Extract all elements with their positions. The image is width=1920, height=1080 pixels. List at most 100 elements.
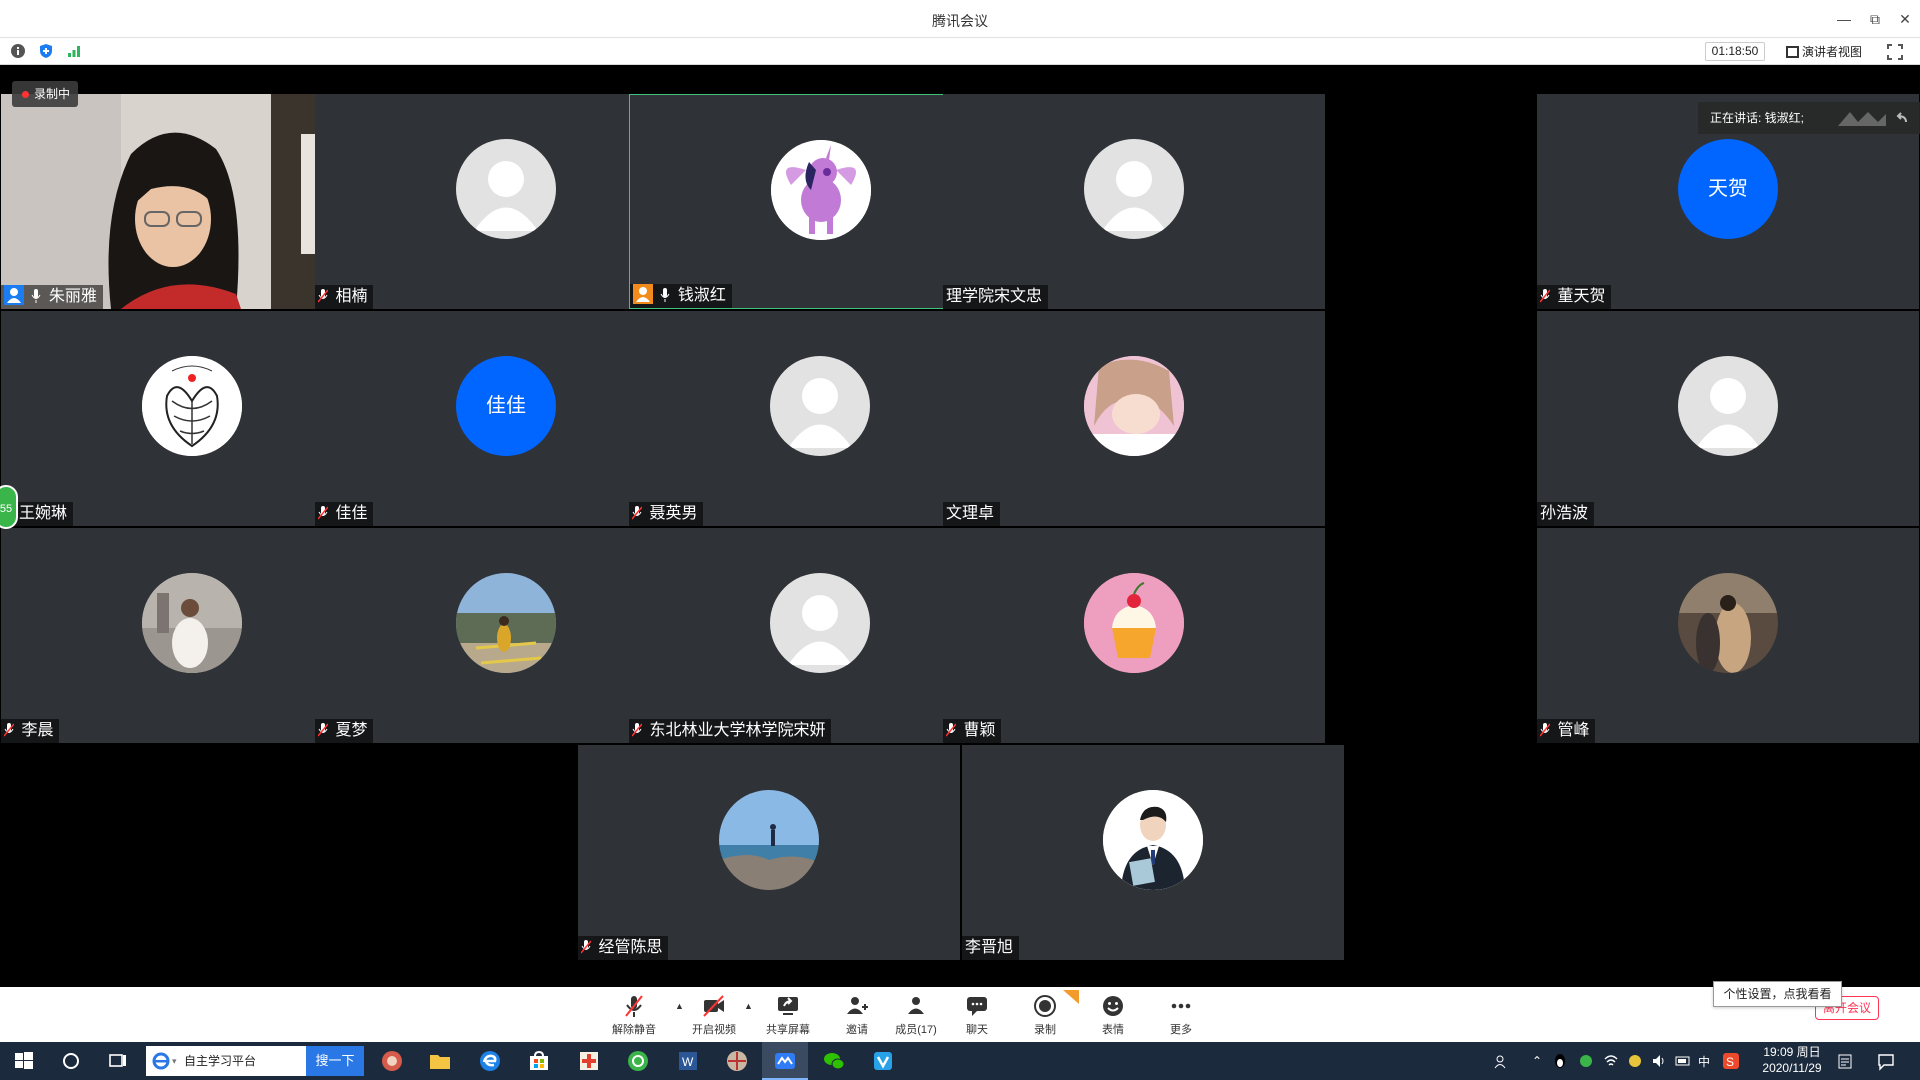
tray-caret-icon[interactable]: ⌃: [1532, 1054, 1542, 1068]
video-options-caret[interactable]: ▲: [744, 1001, 753, 1011]
ie-icon: [152, 1052, 170, 1070]
text-avatar: 佳佳: [456, 356, 556, 456]
edge-icon[interactable]: [478, 1049, 502, 1073]
windows-start-icon[interactable]: [12, 1049, 36, 1073]
default-avatar: [770, 356, 870, 456]
title-bar: 腾讯会议 — ⧉ ✕: [0, 0, 1920, 38]
browser-search-box[interactable]: ▾ 自主学习平台: [146, 1046, 306, 1076]
more-button[interactable]: 更多: [1149, 993, 1213, 1037]
volume-icon[interactable]: [1651, 1049, 1667, 1073]
more-icon: [1171, 1003, 1191, 1009]
qq-icon[interactable]: [1552, 1049, 1568, 1073]
participant-name: 佳佳: [315, 502, 374, 526]
system-clock[interactable]: 19:09 周日 2020/11/29: [1752, 1044, 1832, 1076]
minimize-button[interactable]: —: [1833, 8, 1855, 30]
cortana-icon[interactable]: [59, 1049, 83, 1073]
svg-text:S: S: [1726, 1055, 1734, 1069]
mic-muted-icon: [581, 940, 591, 954]
people-icon[interactable]: [1493, 1049, 1511, 1073]
signal-icon[interactable]: [66, 43, 82, 59]
default-avatar: [1084, 139, 1184, 239]
close-button[interactable]: ✕: [1894, 8, 1916, 30]
participant-tile[interactable]: 经管陈思: [578, 745, 960, 960]
participant-name: 孙浩波: [1537, 502, 1595, 526]
browser-360-icon[interactable]: [626, 1049, 650, 1073]
participant-tile[interactable]: 文理卓: [943, 311, 1325, 526]
participant-tile[interactable]: 李晋旭: [962, 745, 1344, 960]
mic-muted-icon: [4, 723, 14, 737]
chat-button[interactable]: 聊天: [945, 993, 1009, 1037]
wechat-icon[interactable]: [822, 1049, 846, 1073]
participant-tile[interactable]: 管峰: [1537, 528, 1919, 743]
unmute-button[interactable]: 解除静音: [602, 993, 666, 1037]
share-screen-button[interactable]: 共享屏幕: [756, 993, 820, 1037]
participant-tile[interactable]: 曹颖: [943, 528, 1325, 743]
participant-name: 相楠: [315, 285, 374, 309]
shield-icon[interactable]: [38, 43, 54, 59]
start-video-button[interactable]: 开启视频: [682, 993, 746, 1037]
members-icon: [908, 997, 924, 1014]
default-avatar: [456, 139, 556, 239]
fullscreen-icon[interactable]: [1887, 44, 1903, 60]
mic-muted-icon: [318, 506, 328, 520]
suit-avatar: [1103, 790, 1203, 890]
restore-button[interactable]: ⧉: [1864, 8, 1886, 30]
mic-muted-icon: [318, 723, 328, 737]
info-icon[interactable]: [10, 43, 26, 59]
new-badge-icon: [1063, 990, 1079, 1004]
photo-avatar: [456, 573, 556, 673]
mic-icon: [32, 289, 41, 303]
svg-text:W: W: [682, 1055, 694, 1069]
tray-app-icon[interactable]: [1578, 1049, 1594, 1073]
participant-name: 文理卓: [943, 502, 1001, 526]
participant-name: 李晨: [1, 719, 60, 743]
tray-app-icon[interactable]: [1627, 1049, 1643, 1073]
store-icon[interactable]: [527, 1049, 551, 1073]
notes-icon[interactable]: [1836, 1049, 1854, 1073]
sogou-icon[interactable]: S: [1722, 1049, 1740, 1073]
cupcake-avatar: [1084, 573, 1184, 673]
tencent-meeting-taskbar-button[interactable]: [762, 1042, 808, 1080]
dropdown-caret-icon[interactable]: ▾: [172, 1046, 177, 1076]
wifi-icon[interactable]: [1603, 1049, 1619, 1073]
action-center-icon[interactable]: [1876, 1049, 1896, 1073]
speaker-view-label: 演讲者视图: [1802, 45, 1863, 59]
participant-name: 管峰: [1537, 719, 1596, 743]
layout-icon: [1786, 46, 1799, 58]
clock-time: 19:09 周日: [1763, 1045, 1821, 1059]
app-icon[interactable]: [380, 1049, 404, 1073]
speaker-view-button[interactable]: 演讲者视图: [1786, 43, 1862, 60]
sea-avatar: [719, 790, 819, 890]
participant-tile[interactable]: 理学院宋文忠: [943, 94, 1325, 309]
collapse-icon[interactable]: [1894, 110, 1910, 126]
participant-name: 曹颖: [943, 719, 1002, 743]
cohost-badge-icon: [633, 284, 653, 304]
floating-badge[interactable]: 55: [0, 485, 18, 529]
battery-icon[interactable]: [1675, 1049, 1691, 1073]
ime-indicator[interactable]: 中: [1698, 1053, 1710, 1070]
mic-muted-icon: [318, 289, 328, 303]
invite-button[interactable]: 邀请: [825, 993, 889, 1037]
tencent-meeting-icon: [775, 1053, 795, 1069]
participant-name: 夏梦: [315, 719, 374, 743]
chat-icon: [967, 997, 987, 1016]
app-icon[interactable]: [577, 1049, 601, 1073]
word-icon[interactable]: W: [676, 1049, 700, 1073]
participant-name: 朱丽雅: [1, 285, 103, 309]
task-view-icon[interactable]: [106, 1049, 130, 1073]
participant-name: 聂英男: [629, 502, 704, 526]
now-speaking-banner: 正在讲话: 钱淑红;: [1698, 102, 1920, 134]
app-icon[interactable]: [725, 1049, 749, 1073]
video-off-icon: [703, 995, 724, 1017]
emoji-button[interactable]: 表情: [1081, 993, 1145, 1037]
participant-name: 经管陈思: [578, 936, 669, 960]
file-explorer-icon[interactable]: [428, 1049, 452, 1073]
search-text: 自主学习平台: [184, 1054, 257, 1068]
app-icon[interactable]: [871, 1049, 895, 1073]
members-button[interactable]: 成员(17): [884, 993, 948, 1037]
search-button[interactable]: 搜一下: [306, 1046, 364, 1076]
recording-indicator[interactable]: 录制中: [12, 81, 79, 107]
participant-tile[interactable]: 孙浩波: [1537, 311, 1919, 526]
participant-name: 董天贺: [1537, 285, 1612, 309]
meeting-toolbar: 解除静音 ▲ 开启视频 ▲ 共享屏幕 邀请 成员(17) 聊天 录制 表情 更多…: [0, 987, 1920, 1042]
